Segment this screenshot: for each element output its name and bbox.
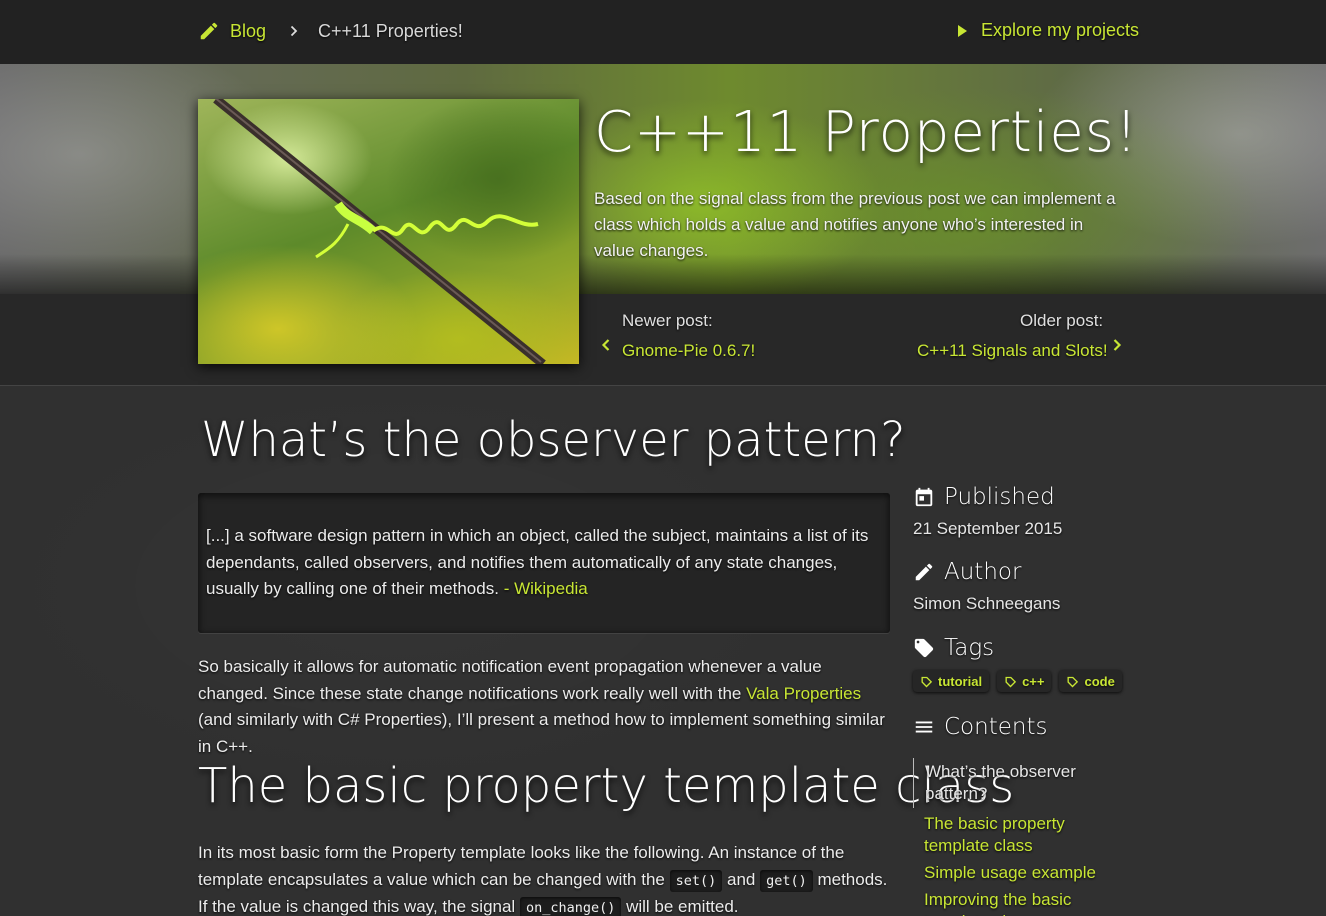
post-title: C++11 Properties!	[594, 100, 1139, 165]
wikipedia-quote: [...] a software design pattern in which…	[198, 493, 890, 633]
published-heading: Published	[913, 484, 1055, 510]
table-of-contents: What’s the observer pattern? The basic p…	[913, 758, 1113, 916]
tag-label: code	[1084, 673, 1115, 689]
newer-post-link[interactable]: Gnome-Pie 0.6.7!	[622, 341, 755, 361]
vine-on-wire-illustration	[213, 99, 546, 364]
code-set: set()	[669, 869, 723, 892]
older-post-label: Older post:	[1020, 311, 1104, 330]
wikipedia-link[interactable]: - Wikipedia	[504, 579, 588, 598]
published-date: 21 September 2015	[913, 519, 1063, 538]
chevron-left-icon[interactable]	[599, 338, 613, 352]
section-heading-property-template: The basic property template class	[198, 758, 1015, 814]
toc-item-property-template[interactable]: The basic property template class	[913, 813, 1113, 857]
tag-tutorial[interactable]: tutorial	[913, 670, 990, 692]
tags-label: Tags	[944, 635, 995, 661]
author-name: Simon Schneegans	[913, 594, 1061, 613]
explore-projects-link[interactable]: Explore my projects	[953, 20, 1139, 41]
chevron-right-icon[interactable]	[1110, 338, 1124, 352]
tag-code[interactable]: code	[1059, 670, 1122, 692]
intro-paragraph: So basically it allows for automatic not…	[198, 654, 890, 760]
breadcrumb-current: C++11 Properties!	[318, 20, 463, 41]
tag-icon	[1005, 676, 1017, 687]
pencil-icon	[915, 563, 933, 581]
tag-icon	[921, 676, 933, 687]
explore-projects-label: Explore my projects	[981, 20, 1140, 40]
template-paragraph: In its most basic form the Property temp…	[198, 840, 890, 916]
toc-item-improving-template[interactable]: Improving the basic template class	[913, 889, 1113, 916]
play-icon	[958, 24, 967, 37]
intro-text-a: So basically it allows for automatic not…	[198, 657, 822, 703]
top-navigation-bar: Blog C++11 Properties! Explore my projec…	[0, 0, 1326, 64]
breadcrumb: Blog C++11 Properties!	[198, 20, 463, 42]
blog-link-label: Blog	[230, 20, 267, 41]
pencil-icon	[200, 22, 218, 40]
chevron-right-icon	[290, 25, 298, 37]
published-label: Published	[944, 484, 1055, 510]
calendar-icon	[915, 487, 933, 507]
blog-link[interactable]: Blog	[198, 20, 266, 42]
author-label: Author	[944, 559, 1022, 585]
tag-icon	[1067, 676, 1079, 687]
contents-heading: Contents	[913, 714, 1047, 740]
tag-label: c++	[1022, 673, 1045, 689]
newer-post-label: Newer post:	[622, 311, 713, 330]
tag-list: tutorial c++ code	[913, 670, 1130, 692]
intro-text-b: (and similarly with C# Properties), I’ll…	[198, 710, 885, 756]
post-excerpt: Based on the signal class from the previ…	[594, 189, 1116, 260]
author-heading: Author	[913, 559, 1021, 585]
vala-properties-link[interactable]: Vala Properties	[746, 684, 861, 703]
code-get: get()	[760, 869, 813, 892]
code-on-change: on_change()	[519, 897, 622, 916]
toc-item-usage-example[interactable]: Simple usage example	[913, 862, 1113, 884]
tag-icon	[914, 638, 934, 658]
tag-label: tutorial	[938, 673, 983, 689]
toc-item-observer-pattern[interactable]: What’s the observer pattern?	[913, 758, 1113, 808]
menu-icon	[915, 721, 933, 733]
template-text-c: will be emitted.	[626, 897, 739, 916]
older-post-link[interactable]: C++11 Signals and Slots!	[917, 341, 1108, 361]
contents-label: Contents	[944, 714, 1048, 740]
tags-heading: Tags	[913, 635, 994, 661]
section-heading-observer-pattern: What’s the observer pattern?	[201, 412, 906, 468]
tag-cpp[interactable]: c++	[997, 670, 1052, 692]
hero-image	[198, 99, 579, 364]
template-text-and: and	[726, 869, 756, 889]
